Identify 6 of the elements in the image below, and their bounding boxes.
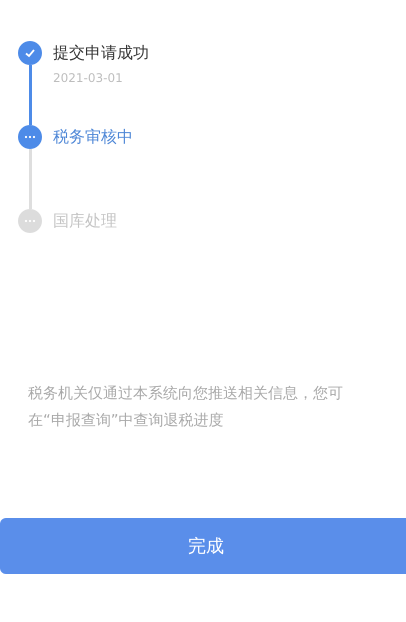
done-button[interactable]: 完成 xyxy=(0,518,406,574)
step-date: 2021-03-01 xyxy=(53,71,124,85)
step-title: 国库处理 xyxy=(53,210,117,232)
step-title: 税务审核中 xyxy=(53,126,133,148)
step-title: 提交申请成功 xyxy=(53,42,149,64)
info-note: 税务机关仅通过本系统向您推送相关信息，您可在“申报查询”中查询退税进度 xyxy=(28,383,344,431)
